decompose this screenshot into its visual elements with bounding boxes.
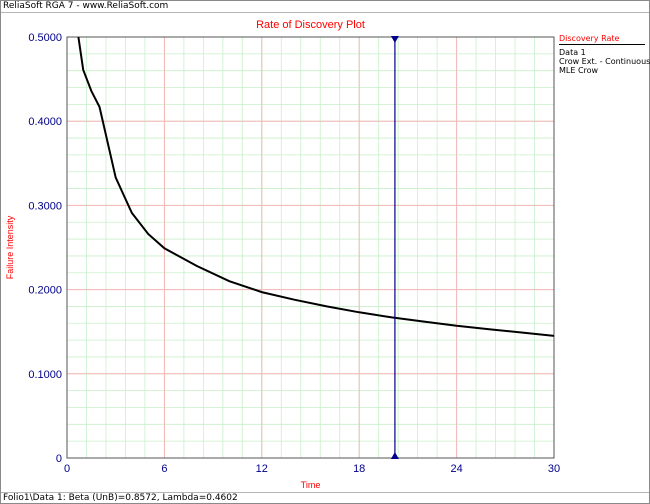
legend-title: Discovery Rate bbox=[559, 34, 620, 43]
y-tick-label: 0.4000 bbox=[28, 116, 62, 128]
legend-item-method: MLE Crow bbox=[559, 66, 599, 75]
legend-item-model: Crow Ext. - Continuous bbox=[559, 57, 650, 66]
x-axis-label: Time bbox=[301, 480, 321, 490]
y-tick-label: 0.3000 bbox=[28, 200, 62, 212]
major-grid bbox=[67, 37, 554, 458]
y-tick-label: 0.1000 bbox=[28, 369, 62, 381]
app-window: ReliaSoft RGA 7 - www.ReliaSoft.com 0 6 12… bbox=[0, 0, 650, 504]
y-tick-label: 0 bbox=[56, 453, 62, 465]
legend: Discovery Rate Data 1 Crow Ext. - Contin… bbox=[559, 34, 650, 75]
marker-bottom-arrow bbox=[390, 452, 399, 459]
marker-top-arrow bbox=[390, 36, 399, 43]
legend-item-data: Data 1 bbox=[559, 48, 586, 57]
x-tick-label: 6 bbox=[161, 463, 167, 475]
rate-of-discovery-chart: 0 6 12 18 24 30 0 0.1000 0.2000 0.3000 0.4000 0.500… bbox=[5, 19, 560, 490]
y-tick-label: 0.5000 bbox=[28, 32, 62, 44]
x-tick-label: 0 bbox=[64, 463, 70, 475]
y-tick-label: 0.2000 bbox=[28, 285, 62, 297]
status-bar: Folio1\Data 1: Beta (UnB)=0.8572, Lambda… bbox=[3, 493, 238, 503]
plot-frame bbox=[66, 36, 555, 459]
x-tick-label: 18 bbox=[353, 463, 365, 475]
x-tick-label: 12 bbox=[256, 463, 268, 475]
minor-grid bbox=[67, 37, 554, 458]
x-tick-label: 30 bbox=[548, 463, 560, 475]
vertical-time-marker[interactable] bbox=[390, 36, 399, 459]
chart-title: Rate of Discovery Plot bbox=[256, 19, 365, 31]
legend-divider bbox=[559, 44, 645, 45]
y-axis-label: Failure Intensity bbox=[5, 215, 15, 279]
discovery-rate-curve bbox=[77, 36, 555, 337]
x-tick-label: 24 bbox=[450, 463, 462, 475]
tick-labels: 0 6 12 18 24 30 0 0.1000 0.2000 0.3000 0.4000 0.500… bbox=[28, 32, 560, 475]
window-title: ReliaSoft RGA 7 - www.ReliaSoft.com bbox=[3, 1, 169, 11]
